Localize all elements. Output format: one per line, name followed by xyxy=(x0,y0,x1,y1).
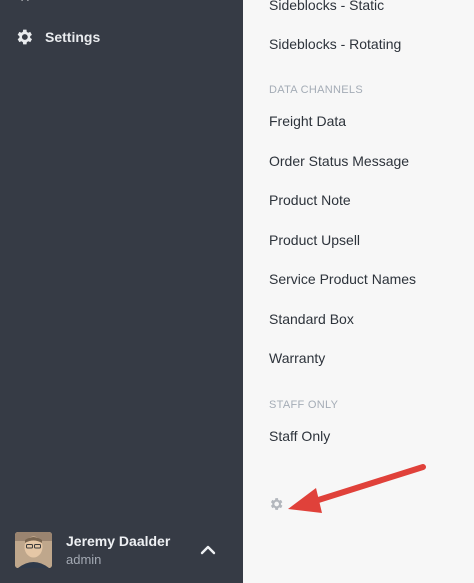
tools-icon[interactable] xyxy=(17,0,33,6)
menu-item[interactable]: Standard Box xyxy=(269,311,354,327)
user-role: admin xyxy=(66,552,102,567)
arrow-icon xyxy=(288,464,426,513)
user-profile[interactable]: Jeremy Daalder admin xyxy=(15,531,243,571)
user-name: Jeremy Daalder xyxy=(66,533,171,549)
avatar-image xyxy=(15,532,52,568)
sidebar: Settings Jeremy Daalder admin xyxy=(0,0,243,583)
avatar[interactable] xyxy=(15,532,52,568)
menu-item[interactable]: Sideblocks - Rotating xyxy=(269,36,401,52)
menu-item[interactable]: Freight Data xyxy=(269,113,346,129)
menu-item[interactable]: Sideblocks - Static xyxy=(269,0,384,13)
menu-item[interactable]: Product Upsell xyxy=(269,232,360,248)
menu-item[interactable]: Staff Only xyxy=(269,428,330,444)
section-heading-staff-only: STAFF ONLY xyxy=(269,399,339,411)
sidebar-item-settings[interactable]: Settings xyxy=(14,26,100,48)
chevron-up-icon[interactable] xyxy=(198,540,218,560)
menu-item[interactable]: Warranty xyxy=(269,350,325,366)
gear-icon xyxy=(17,29,32,45)
sidebar-item-label: Settings xyxy=(45,29,101,45)
section-heading-data-channels: DATA CHANNELS xyxy=(269,84,363,96)
menu-item[interactable]: Product Note xyxy=(269,192,351,208)
menu-item[interactable]: Order Status Message xyxy=(269,153,409,169)
menu-item[interactable]: Service Product Names xyxy=(269,271,416,287)
